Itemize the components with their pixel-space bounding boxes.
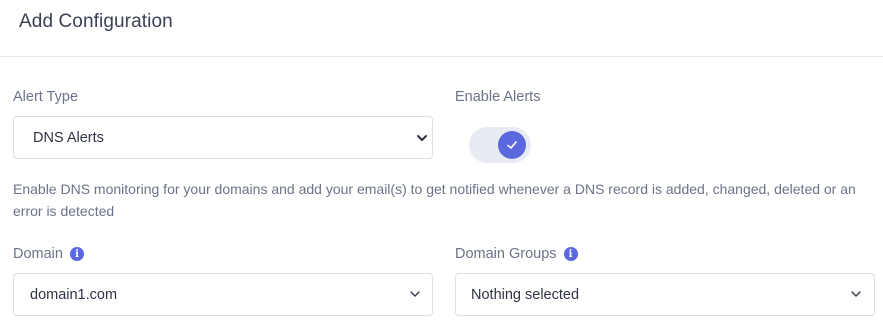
chevron-down-icon [417,135,427,141]
domain-select[interactable]: domain1.com [13,273,433,316]
domain-groups-select[interactable]: Nothing selected [455,273,875,316]
panel-header: Add Configuration [0,0,883,57]
alert-description: Enable DNS monitoring for your domains a… [13,181,856,219]
domain-groups-value: Nothing selected [471,286,580,303]
domain-label-text: Domain [13,246,63,262]
alert-type-value: DNS Alerts [33,129,104,146]
info-icon[interactable]: i [563,247,578,261]
add-configuration-panel: Add Configuration Alert Type DNS Alerts … [0,0,883,322]
enable-alerts-toggle[interactable] [469,127,531,163]
enable-alerts-label: Enable Alerts [455,89,540,105]
toggle-knob [498,131,526,159]
page-title: Add Configuration [19,11,173,32]
alert-type-select[interactable]: DNS Alerts [13,116,433,159]
chevron-down-icon [410,291,420,297]
domain-label: Domain i [13,246,84,262]
alert-type-label: Alert Type [13,89,78,105]
info-icon[interactable]: i [69,247,84,261]
check-icon [507,141,517,149]
chevron-down-icon [851,291,861,297]
domain-value: domain1.com [30,286,118,303]
enable-alerts-label-text: Enable Alerts [455,89,541,105]
domain-groups-label: Domain Groups i [455,246,578,262]
domain-groups-label-text: Domain Groups [455,246,557,262]
alert-type-label-text: Alert Type [13,89,79,105]
